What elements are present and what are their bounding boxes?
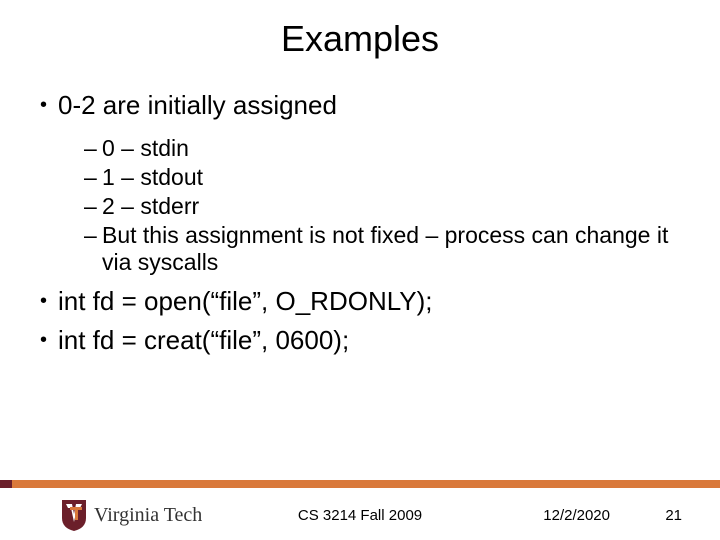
logo-text: Virginia Tech bbox=[94, 506, 202, 525]
footer-date: 12/2/2020 bbox=[543, 507, 610, 524]
subbullet-text: But this assignment is not fixed – proce… bbox=[102, 222, 700, 276]
bullet-dash-icon: – bbox=[84, 222, 102, 276]
bullet-text: 0-2 are initially assigned bbox=[58, 90, 337, 121]
logo-line2: Tech bbox=[164, 504, 203, 526]
stripe-orange bbox=[12, 480, 720, 488]
subbullet-item: – 1 – stdout bbox=[84, 164, 700, 191]
bullet-dash-icon: – bbox=[84, 193, 102, 220]
slide: Examples • 0-2 are initially assigned – … bbox=[0, 0, 720, 540]
bullet-dash-icon: – bbox=[84, 135, 102, 162]
logo-line1: Virginia bbox=[94, 504, 159, 526]
virginia-tech-logo: Virginia Tech bbox=[60, 498, 202, 532]
footer-page-number: 21 bbox=[665, 507, 682, 524]
subbullet-text: 1 – stdout bbox=[102, 164, 223, 191]
bullet-dot-icon: • bbox=[40, 286, 58, 317]
bullet-text: int fd = creat(“file”, 0600); bbox=[58, 325, 349, 356]
stripe-maroon bbox=[0, 480, 12, 488]
bullet-item: • 0-2 are initially assigned bbox=[40, 90, 700, 121]
shield-icon bbox=[60, 498, 88, 532]
bullet-text: int fd = open(“file”, O_RDONLY); bbox=[58, 286, 433, 317]
bullet-dash-icon: – bbox=[84, 164, 102, 191]
subbullet-text: 2 – stderr bbox=[102, 193, 219, 220]
footer-course-text: CS 3214 Fall 2009 bbox=[298, 507, 422, 524]
bullet-item: • int fd = open(“file”, O_RDONLY); bbox=[40, 286, 700, 317]
bullet-item: • int fd = creat(“file”, 0600); bbox=[40, 325, 700, 356]
bullet-dot-icon: • bbox=[40, 90, 58, 121]
slide-content: • 0-2 are initially assigned – 0 – stdin… bbox=[0, 70, 720, 356]
subbullet-item: – 2 – stderr bbox=[84, 193, 700, 220]
subbullet-item: – But this assignment is not fixed – pro… bbox=[84, 222, 700, 276]
slide-title: Examples bbox=[0, 0, 720, 70]
footer-stripe bbox=[0, 480, 720, 488]
subbullet-item: – 0 – stdin bbox=[84, 135, 700, 162]
bullet-dot-icon: • bbox=[40, 325, 58, 356]
subbullet-text: 0 – stdin bbox=[102, 135, 209, 162]
